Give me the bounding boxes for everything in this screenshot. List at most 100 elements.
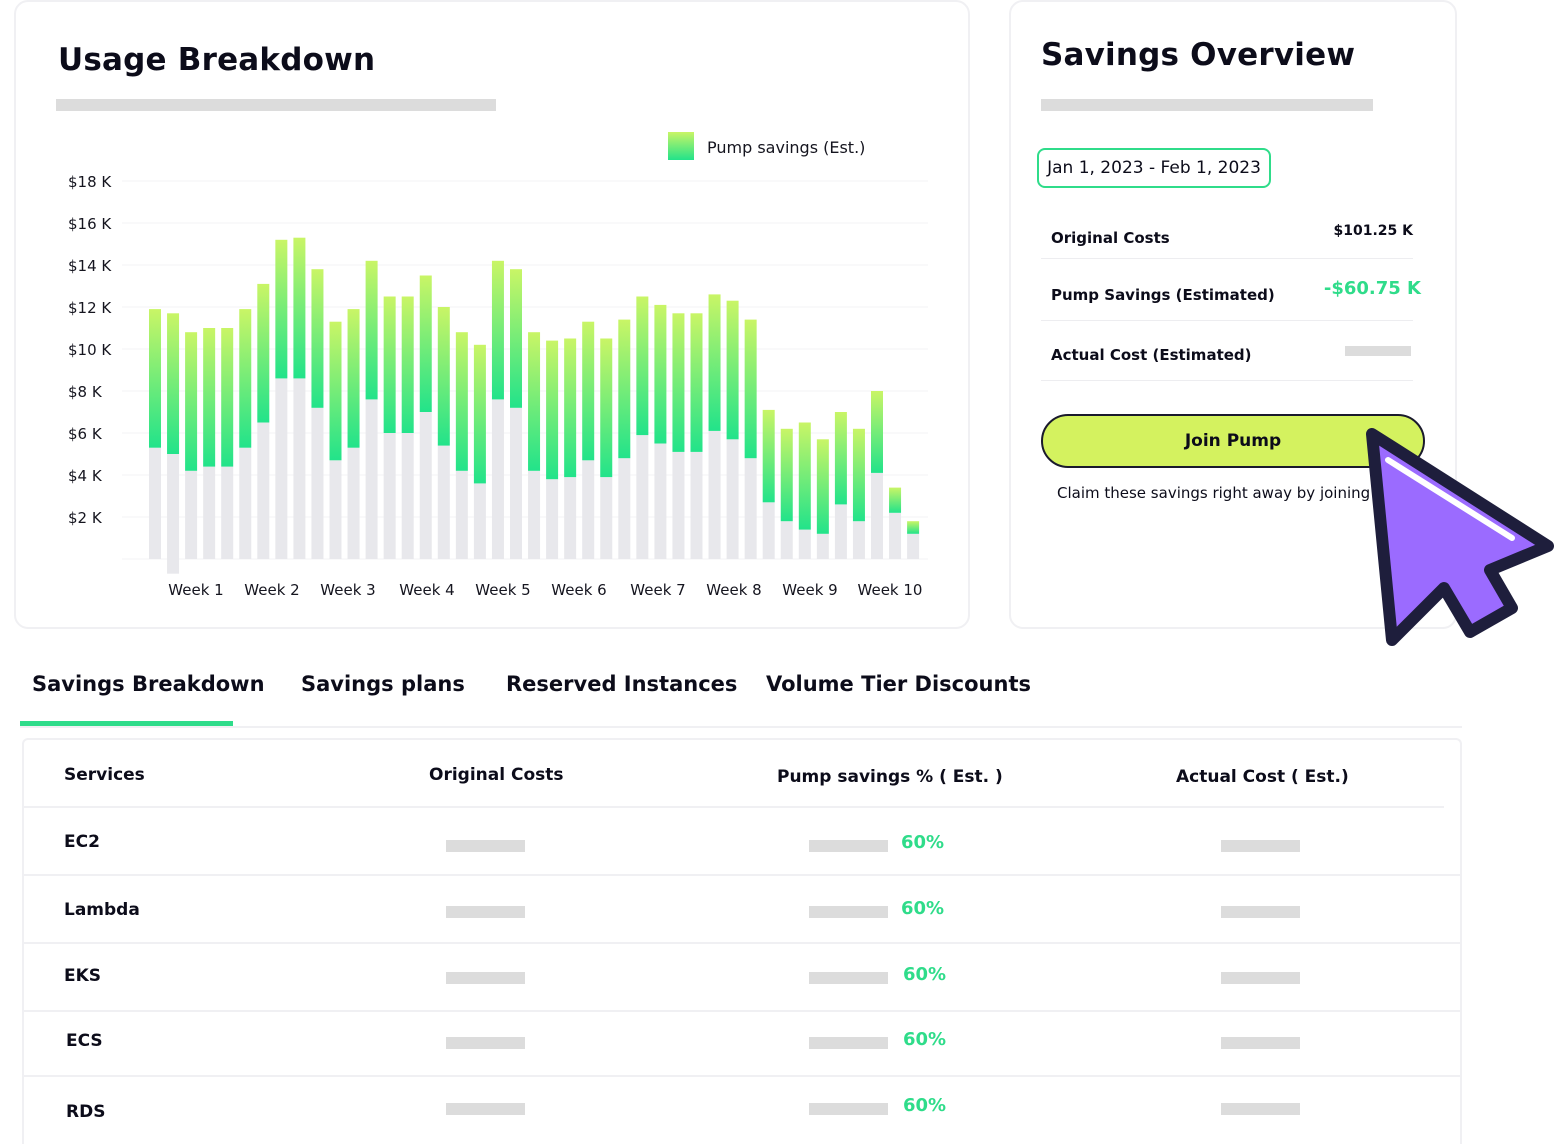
base-cost-bar: [744, 458, 757, 559]
claim-savings-text: Claim these savings right away by joinin…: [1057, 484, 1371, 502]
pump-savings-bar: [437, 307, 450, 446]
pump-savings-bar: [834, 412, 847, 505]
base-cost-bar: [690, 451, 703, 559]
actual-cost-row: Actual Cost (Estimated): [1041, 322, 1413, 381]
pump-savings-bar: [275, 239, 288, 379]
savings-bar-placeholder: [809, 1037, 888, 1049]
pump-savings-bar: [546, 340, 559, 480]
base-cost-bar: [455, 470, 468, 559]
x-week-label: Week 7: [630, 581, 685, 599]
original-cost-placeholder: [446, 972, 525, 984]
original-cost-placeholder: [446, 840, 525, 852]
tab-reserved-instances[interactable]: Reserved Instances: [506, 672, 737, 696]
table-row[interactable]: EKS 60%: [24, 944, 1460, 1012]
base-cost-bar: [708, 430, 721, 559]
actual-cost-value-placeholder: [1345, 346, 1411, 356]
pump-savings-bar: [582, 321, 595, 461]
table-row[interactable]: Lambda 60%: [24, 876, 1460, 944]
actual-cost-placeholder: [1221, 840, 1300, 852]
pump-savings-bar: [257, 283, 270, 423]
table-row[interactable]: RDS 60%: [24, 1076, 1460, 1142]
base-cost-bar: [762, 502, 775, 559]
pump-savings-bar: [221, 328, 234, 467]
base-cost-bar: [491, 399, 504, 559]
header-actual-cost: Actual Cost ( Est.): [1176, 767, 1349, 787]
pump-savings-bar: [383, 296, 396, 433]
base-cost-bar: [149, 447, 161, 559]
base-cost-bar: [546, 479, 559, 559]
pump-savings-bar: [672, 313, 685, 452]
pump-savings-bar: [889, 487, 902, 513]
pump-savings-bar: [871, 391, 883, 473]
base-cost-bar: [907, 533, 920, 559]
savings-percent: 60%: [903, 1095, 947, 1116]
pump-savings-bar: [365, 260, 378, 400]
base-cost-bar: [726, 439, 739, 559]
pump-savings-bar: [708, 294, 721, 431]
savings-percent: 60%: [903, 964, 947, 985]
x-week-label: Week 3: [320, 581, 375, 599]
base-cost-bar: [654, 443, 667, 559]
pump-savings-bar: [636, 296, 649, 436]
base-cost-bar: [473, 483, 486, 559]
pump-savings-bar: [618, 319, 631, 459]
pump-savings-bar: [293, 237, 306, 379]
tab-volume-tier-discounts[interactable]: Volume Tier Discounts: [766, 672, 1031, 696]
pump-savings-bar: [491, 260, 504, 400]
header-services: Services: [64, 765, 145, 785]
pump-savings-bar: [564, 338, 577, 478]
pump-savings-bar: [347, 309, 360, 448]
pump-savings-bar: [510, 269, 522, 408]
base-cost-bar: [347, 447, 360, 559]
base-cost-bar: [672, 451, 685, 559]
date-range-picker[interactable]: Jan 1, 2023 - Feb 1, 2023: [1037, 148, 1271, 188]
original-cost-placeholder: [446, 1037, 525, 1049]
tab-savings-breakdown[interactable]: Savings Breakdown: [32, 672, 265, 696]
overview-title: Savings Overview: [1041, 37, 1356, 73]
base-cost-bar: [528, 470, 541, 559]
pump-savings-bar: [167, 313, 180, 454]
x-week-label: Week 9: [782, 581, 837, 599]
base-cost-bar: [798, 529, 811, 559]
pump-savings-bar: [203, 328, 216, 467]
table-row[interactable]: EC2 60%: [24, 808, 1460, 876]
base-cost-bar: [600, 477, 613, 559]
base-cost-bar: [852, 521, 865, 559]
y-tick-label: $18 K: [68, 173, 112, 191]
base-cost-bar: [383, 433, 396, 559]
table-row[interactable]: ECS 60%: [24, 1009, 1460, 1077]
base-cost-bar: [889, 512, 902, 559]
base-cost-bar: [275, 378, 288, 559]
y-tick-label: $10 K: [68, 341, 112, 359]
overview-subtitle-placeholder: [1041, 99, 1373, 111]
x-week-label: Week 6: [551, 581, 606, 599]
savings-bar-placeholder: [809, 906, 888, 918]
base-cost-bar: [239, 447, 252, 559]
pump-savings-bar: [762, 409, 775, 503]
base-cost-bar: [257, 422, 270, 559]
base-cost-bar: [780, 521, 793, 559]
base-cost-bar: [437, 445, 450, 559]
pump-savings-label: Pump Savings (Estimated): [1051, 286, 1275, 304]
pump-savings-bar: [654, 304, 667, 444]
base-cost-bar: [636, 435, 649, 559]
base-cost-bar: [564, 477, 577, 559]
service-name: Lambda: [64, 900, 140, 920]
savings-bar-placeholder: [809, 972, 888, 984]
pump-savings-bar: [455, 332, 468, 471]
usage-chart: $18 K $16 K $14 K $12 K $10 K $8 K $6 K $4 K $2 …: [68, 132, 928, 599]
x-week-label: Week 1: [168, 581, 223, 599]
x-week-label: Week 10: [858, 581, 923, 599]
y-tick-label: $6 K: [68, 425, 103, 443]
base-cost-bar: [329, 460, 342, 559]
service-name: RDS: [66, 1102, 106, 1122]
tab-savings-plans[interactable]: Savings plans: [301, 672, 465, 696]
actual-cost-placeholder: [1221, 1103, 1300, 1115]
savings-percent: 60%: [901, 832, 945, 853]
pump-savings-bar: [690, 313, 703, 452]
original-costs-value: $101.25 K: [1333, 223, 1414, 239]
base-cost-bar: [618, 458, 631, 559]
x-week-label: Week 8: [706, 581, 761, 599]
pump-savings-bar: [528, 332, 541, 471]
pump-savings-bar: [726, 300, 739, 440]
